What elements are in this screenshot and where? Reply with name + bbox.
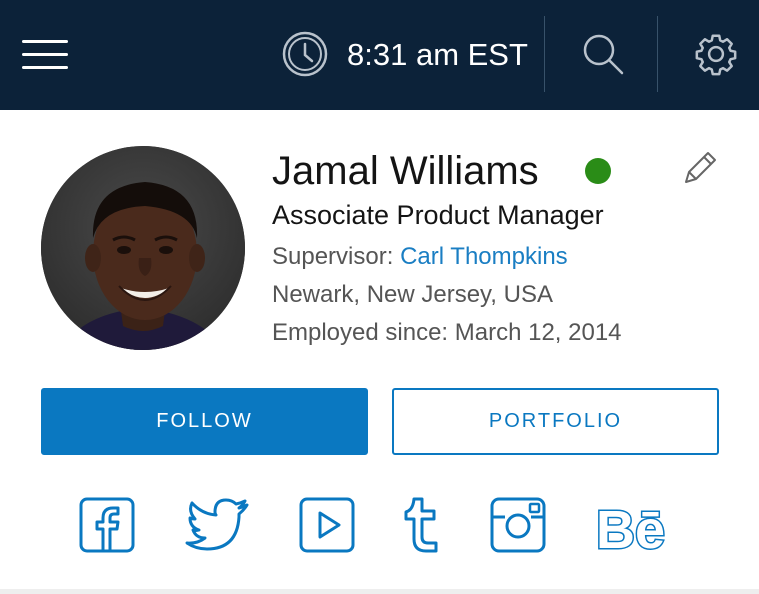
top-bar: 8:31 am EST xyxy=(0,0,759,110)
edit-icon[interactable] xyxy=(680,148,720,188)
twitter-icon[interactable] xyxy=(185,495,251,555)
menu-icon[interactable] xyxy=(22,40,68,70)
supervisor-link[interactable]: Carl Thompkins xyxy=(400,243,568,270)
supervisor-line: Supervisor: Carl Thompkins xyxy=(272,242,568,272)
divider xyxy=(657,16,658,92)
bottom-divider xyxy=(0,589,759,594)
employed-since: Employed since: March 12, 2014 xyxy=(272,319,622,346)
job-title: Associate Product Manager xyxy=(272,200,604,230)
avatar xyxy=(41,146,245,350)
youtube-icon[interactable] xyxy=(299,495,355,555)
current-time: 8:31 am EST xyxy=(347,37,528,72)
settings-icon[interactable] xyxy=(693,31,739,77)
follow-button[interactable]: FOLLOW xyxy=(41,388,368,455)
instagram-icon[interactable] xyxy=(489,495,547,555)
clock-icon xyxy=(282,31,328,77)
profile-name: Jamal Williams xyxy=(272,149,539,193)
divider xyxy=(544,16,545,92)
location: Newark, New Jersey, USA xyxy=(272,281,553,308)
behance-icon[interactable]: Bē xyxy=(594,495,684,556)
supervisor-label: Supervisor: xyxy=(272,243,401,270)
facebook-icon[interactable] xyxy=(79,495,135,555)
behance-text: Bē xyxy=(596,500,665,555)
tumblr-icon[interactable] xyxy=(400,495,442,555)
online-status-indicator xyxy=(585,158,611,184)
search-icon[interactable] xyxy=(581,32,625,76)
portfolio-button[interactable]: PORTFOLIO xyxy=(392,388,719,455)
